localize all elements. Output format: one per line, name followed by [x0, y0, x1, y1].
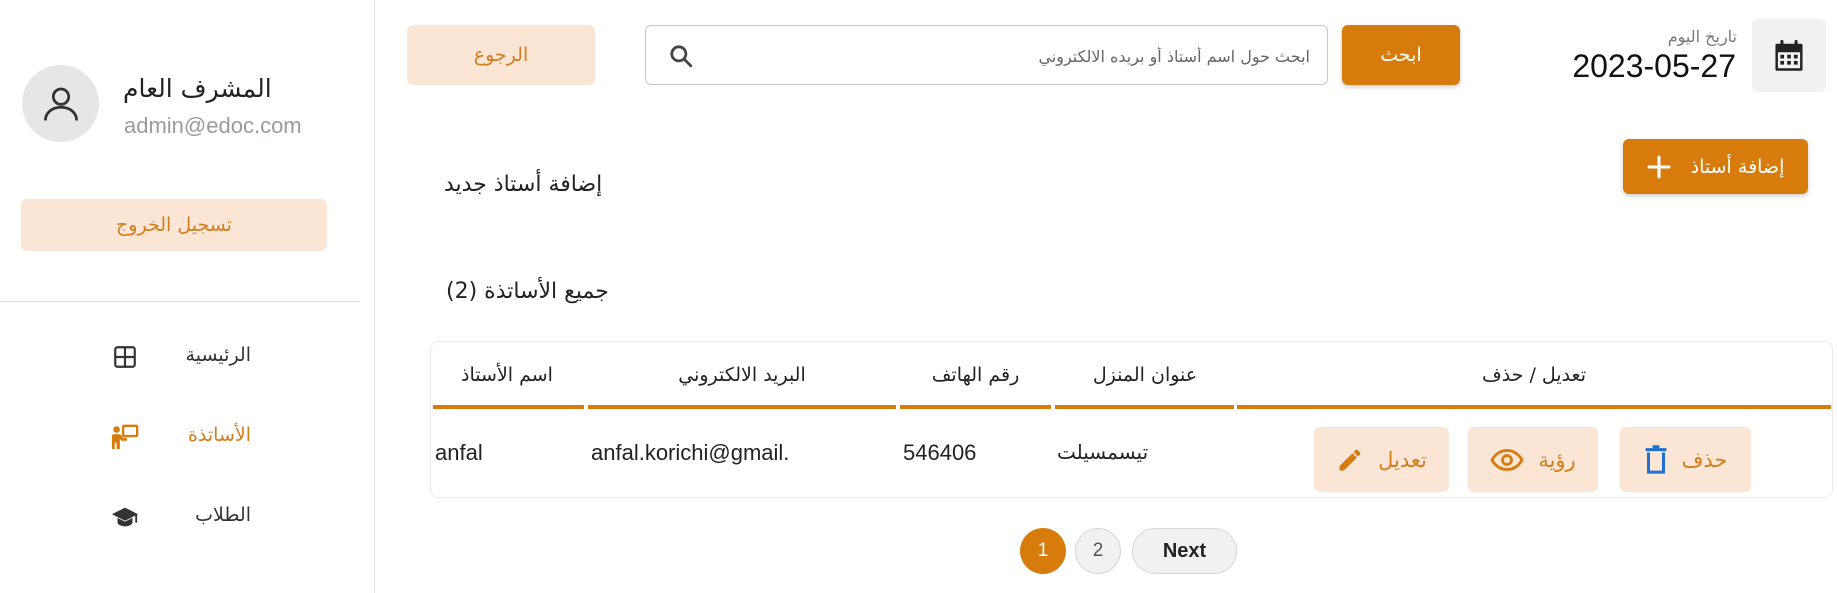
search-icon [668, 43, 694, 73]
column-header-actions: تعديل / حذف [1482, 364, 1586, 386]
trash-icon [1645, 444, 1666, 474]
column-header-phone: رقم الهاتف [931, 364, 1020, 386]
avatar [22, 65, 99, 142]
page-1-button[interactable]: 1 [1020, 528, 1066, 574]
cell-name: anfal [435, 440, 483, 465]
view-label: رؤية [1538, 447, 1576, 472]
pencil-icon [1339, 448, 1361, 470]
header-underline [1237, 405, 1831, 409]
header-underline [1055, 405, 1234, 409]
view-button[interactable]: رؤية [1468, 427, 1598, 492]
teacher-board-icon [111, 424, 139, 450]
search-box [645, 25, 1328, 85]
add-teacher-title: إضافة أستاذ جديد [444, 172, 603, 197]
add-teacher-label: إضافة أستاذ [1690, 155, 1785, 178]
sidebar-item-label: الرئيسية [185, 344, 251, 366]
user-icon [43, 87, 78, 121]
delete-button[interactable]: حذف [1620, 427, 1751, 492]
sidebar-item-teachers[interactable]: الأساتذة [0, 412, 360, 462]
cell-email: anfal.korichi@gmail. [591, 440, 790, 465]
logout-button[interactable]: تسجيل الخروج [21, 199, 327, 251]
sidebar-item-students[interactable]: الطلاب [0, 492, 360, 542]
sidebar-item-label: الأساتذة [187, 424, 251, 446]
sidebar-item-home[interactable]: الرئيسية [0, 332, 360, 382]
header-underline [588, 405, 896, 409]
dashboard-grid-icon [111, 344, 139, 370]
column-header-name: اسم الأستاذ [461, 364, 553, 386]
teachers-table: اسم الأستاذ البريد الالكتروني رقم الهاتف… [430, 341, 1833, 498]
graduation-cap-icon [111, 504, 139, 530]
header-underline [433, 405, 584, 409]
column-header-email: البريد الالكتروني [678, 364, 806, 386]
add-teacher-button[interactable]: إضافة أستاذ [1623, 139, 1808, 194]
cell-phone: 546406 [903, 440, 977, 465]
calendar-icon [1775, 39, 1803, 71]
search-button[interactable]: ابحث [1342, 25, 1460, 85]
header-underline [900, 405, 1051, 409]
page-2-button[interactable]: 2 [1075, 528, 1121, 574]
edit-button[interactable]: تعديل [1314, 427, 1449, 492]
cell-address: تيسمسيلت [1057, 440, 1149, 464]
sidebar-divider [0, 301, 360, 302]
eye-icon [1490, 448, 1524, 471]
sidebar: المشرف العام admin@edoc.com تسجيل الخروج… [0, 0, 375, 593]
next-page-button[interactable]: Next [1132, 528, 1237, 574]
back-button[interactable]: الرجوع [407, 25, 595, 85]
delete-label: حذف [1681, 447, 1728, 472]
admin-email: admin@edoc.com [124, 113, 302, 138]
today-date: 2023-05-27 [1572, 48, 1736, 84]
edit-label: تعديل [1378, 447, 1427, 472]
admin-name: المشرف العام [123, 74, 272, 103]
plus-icon [1647, 155, 1671, 178]
sidebar-item-label: الطلاب [195, 504, 251, 526]
today-label: تاريخ اليوم [1667, 27, 1737, 46]
teachers-list-title: جميع الأساتذة (2) [446, 279, 609, 304]
search-input[interactable] [710, 36, 1310, 76]
calendar-button[interactable] [1752, 19, 1826, 92]
column-header-address: عنوان المنزل [1092, 364, 1198, 386]
